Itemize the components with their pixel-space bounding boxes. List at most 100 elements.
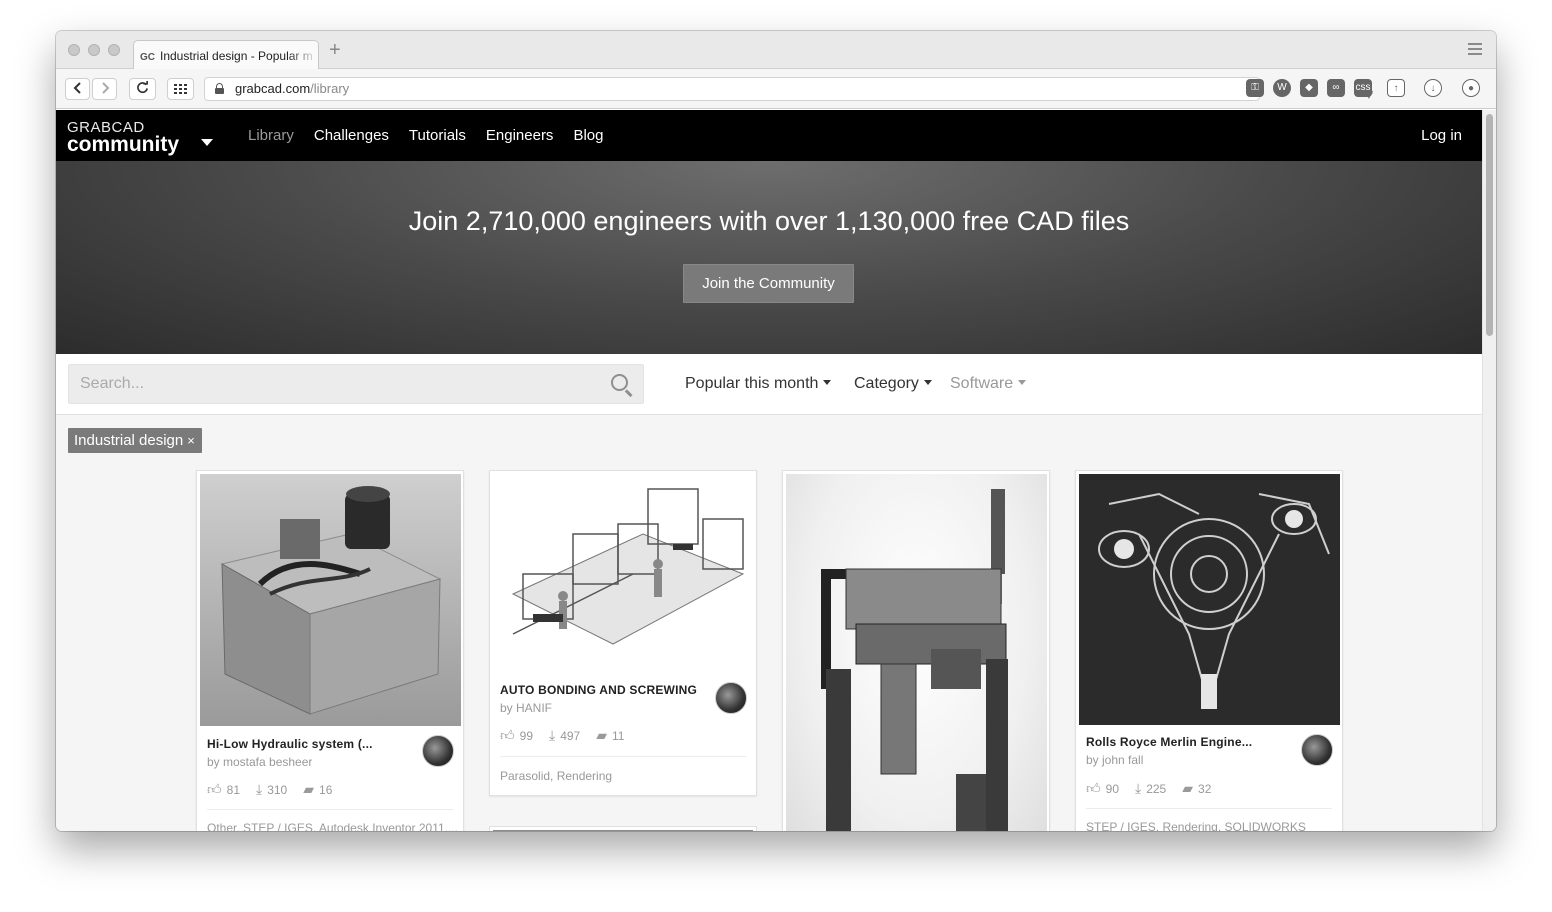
like-icon[interactable]: 👍︎ — [207, 781, 222, 798]
css-extension-icon[interactable]: css — [1354, 79, 1372, 97]
wordpress-icon[interactable]: W — [1273, 79, 1291, 97]
download-icon: ⤓ — [256, 781, 263, 797]
nav-library[interactable]: Library — [238, 110, 304, 161]
caret-down-icon — [923, 380, 932, 386]
scrollbar-thumb[interactable] — [1486, 114, 1493, 336]
nav-engineers[interactable]: Engineers — [476, 110, 564, 161]
nav-tutorials[interactable]: Tutorials — [399, 110, 476, 161]
site-navbar: GRABCAD community Library Challenges Tut… — [56, 110, 1482, 161]
web-page: GRABCAD community Library Challenges Tut… — [56, 110, 1482, 831]
browser-tab[interactable]: GC Industrial design - Popular m — [133, 40, 319, 70]
download-icon[interactable]: ↓ — [1424, 79, 1442, 97]
address-bar[interactable]: grabcad.com/library ♥ — [204, 77, 1374, 103]
download-count: 310 — [267, 782, 288, 797]
filter-bar: Popular this month Category Software — [56, 354, 1482, 415]
model-thumbnail[interactable] — [493, 474, 754, 672]
model-thumbnail[interactable] — [200, 474, 461, 726]
join-community-button[interactable]: Join the Community — [683, 264, 854, 303]
main-nav: Library Challenges Tutorials Engineers B… — [238, 110, 613, 161]
avatar[interactable] — [422, 735, 454, 767]
comment-count: 11 — [612, 728, 625, 743]
card-title[interactable]: Hi-Low Hydraulic system (... — [207, 737, 373, 751]
like-count: 81 — [226, 782, 240, 797]
model-thumbnail[interactable] — [786, 474, 1047, 831]
search-input[interactable] — [69, 365, 589, 403]
comment-icon: ▰ — [1182, 780, 1194, 796]
software-label: Software — [950, 375, 1014, 392]
like-icon[interactable]: 👍︎ — [500, 727, 515, 744]
category-label: Category — [854, 375, 919, 392]
reader-extension-icon[interactable]: ∞ — [1327, 79, 1345, 97]
card-formats: Other, STEP / IGES, Autodesk Inventor 20… — [207, 821, 459, 831]
browser-toolbar: grabcad.com/library ♥ ⚿ W ◆ ∞ css ↑ ↓ ● — [56, 69, 1496, 109]
hero-banner: Join 2,710,000 engineers with over 1,130… — [56, 161, 1482, 354]
like-count: 90 — [1105, 781, 1119, 796]
avatar[interactable] — [715, 682, 747, 714]
grabcad-logo[interactable]: GRABCAD community — [67, 120, 213, 156]
card-author[interactable]: by john fall — [1086, 753, 1143, 767]
comment-count: 16 — [319, 782, 333, 797]
nav-blog[interactable]: Blog — [563, 110, 613, 161]
card-stats: 👍︎ 99 ⤓ 497 ▰ 11 — [500, 727, 640, 744]
share-icon[interactable]: ↑ — [1387, 79, 1405, 97]
back-icon — [73, 82, 81, 94]
model-card[interactable]: AUTO BONDING AND SCREWING by HANIF 👍︎ 99 … — [489, 470, 757, 796]
download-icon: ⤓ — [549, 727, 556, 743]
sort-label: Popular this month — [685, 375, 819, 392]
minimize-window-button[interactable] — [88, 44, 100, 56]
card-author[interactable]: by mostafa besheer — [207, 755, 312, 769]
card-stats: 👍︎ 90 ⤓ 225 ▰ 32 — [1086, 780, 1227, 797]
download-icon: ⤓ — [1135, 780, 1142, 796]
hydraulic-model-image — [200, 474, 461, 726]
reload-button[interactable] — [129, 78, 156, 100]
model-card[interactable] — [489, 826, 757, 831]
avatar[interactable] — [1301, 734, 1333, 766]
reload-icon — [137, 81, 148, 94]
remove-tag-button[interactable]: × — [187, 433, 195, 448]
model-card[interactable] — [782, 470, 1050, 831]
card-author[interactable]: by HANIF — [500, 701, 552, 715]
back-button[interactable] — [65, 78, 90, 100]
tag-label: Industrial design — [74, 432, 184, 449]
login-link[interactable]: Log in — [1421, 110, 1462, 161]
model-card[interactable]: Rolls Royce Merlin Engine... by john fal… — [1075, 470, 1343, 831]
profile-icon[interactable]: ● — [1462, 79, 1480, 97]
like-count: 99 — [519, 728, 533, 743]
card-formats: Parasolid, Rendering — [500, 769, 613, 783]
chevron-down-icon[interactable] — [201, 139, 213, 146]
tab-favicon: GC — [140, 52, 155, 63]
logo-bottom-text: community — [67, 133, 180, 156]
search-box — [68, 364, 644, 404]
scrollbar[interactable] — [1482, 110, 1496, 831]
comment-count: 32 — [1198, 781, 1212, 796]
active-filter-tag: Industrial design × — [68, 428, 202, 453]
search-icon[interactable] — [611, 374, 628, 391]
nav-challenges[interactable]: Challenges — [304, 110, 399, 161]
zoom-window-button[interactable] — [108, 44, 120, 56]
like-icon[interactable]: 👍︎ — [1086, 780, 1101, 797]
shield-extension-icon[interactable]: ◆ — [1300, 79, 1318, 97]
card-title[interactable]: AUTO BONDING AND SCREWING — [500, 683, 697, 697]
model-card[interactable]: Hi-Low Hydraulic system (... by mostafa … — [196, 470, 464, 831]
close-window-button[interactable] — [68, 44, 80, 56]
download-count: 225 — [1146, 781, 1167, 796]
sort-dropdown[interactable]: Popular this month — [685, 375, 832, 393]
assembly-line-image — [511, 488, 745, 645]
browser-window: GC Industrial design - Popular m + grabca… — [56, 31, 1496, 831]
model-thumbnail[interactable] — [1079, 474, 1340, 725]
url-host: grabcad.com — [235, 81, 311, 96]
card-formats: STEP / IGES, Rendering, SOLIDWORKS — [1086, 820, 1306, 831]
card-stats: 👍︎ 81 ⤓ 310 ▰ 16 — [207, 781, 348, 798]
extension-lock-icon[interactable]: ⚿ — [1246, 79, 1264, 97]
new-tab-button[interactable]: + — [329, 39, 341, 62]
category-dropdown[interactable]: Category — [854, 375, 932, 393]
hero-headline: Join 2,710,000 engineers with over 1,130… — [408, 206, 1130, 236]
apps-button[interactable] — [167, 78, 194, 100]
lock-icon — [215, 83, 224, 94]
tab-list-icon[interactable] — [1468, 43, 1482, 58]
caret-down-icon — [823, 380, 832, 386]
software-dropdown[interactable]: Software — [950, 375, 1027, 393]
card-title[interactable]: Rolls Royce Merlin Engine... — [1086, 735, 1252, 749]
forward-button[interactable] — [92, 78, 117, 100]
engine-model-image — [1079, 474, 1340, 725]
